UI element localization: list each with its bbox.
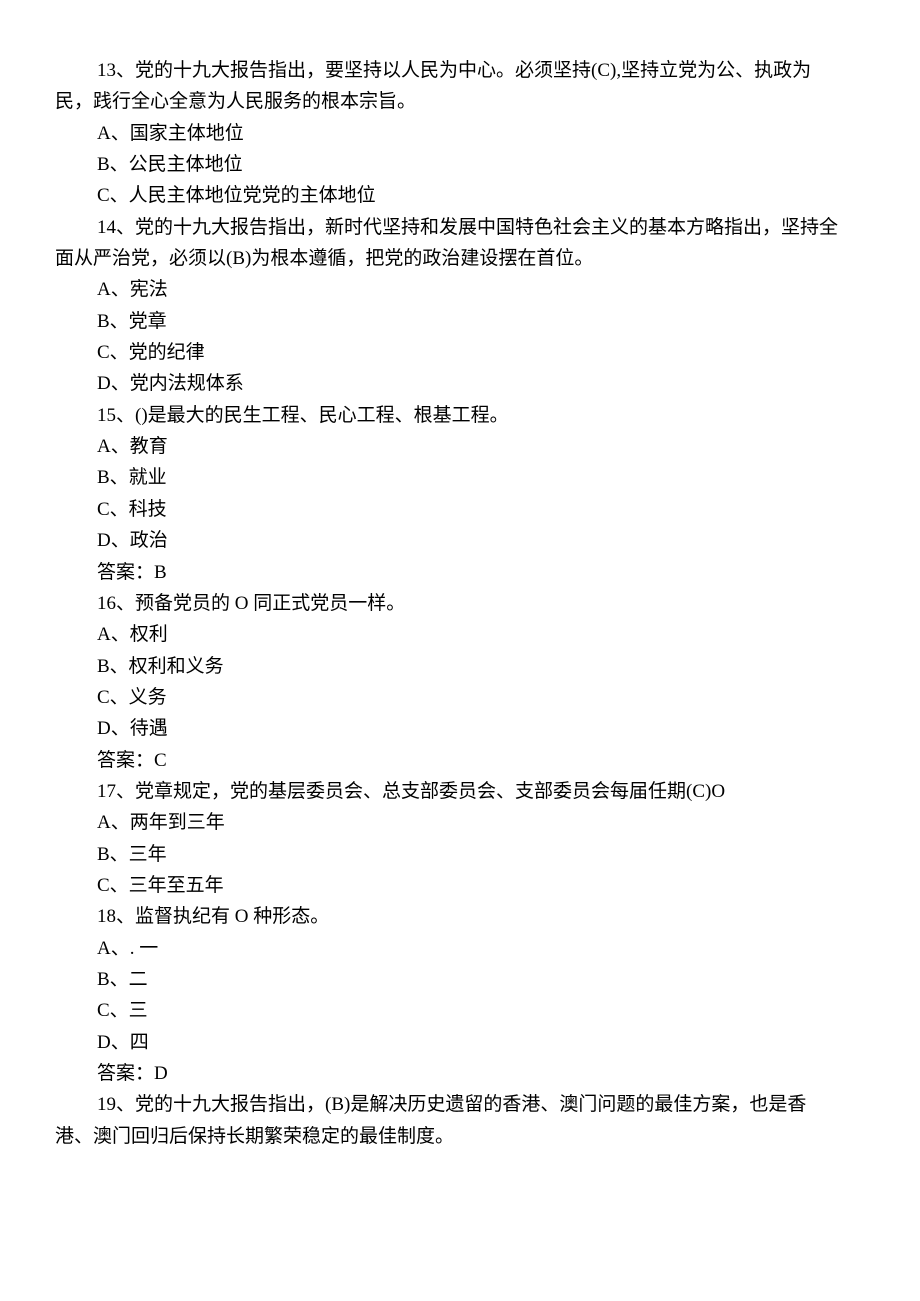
q15-option-d: D、政治 bbox=[55, 525, 865, 556]
q18-stem: 18、监督执纪有 O 种形态。 bbox=[55, 901, 865, 932]
q14-option-b: B、党章 bbox=[55, 306, 865, 337]
q18-option-c: C、三 bbox=[55, 995, 865, 1026]
q15-option-b: B、就业 bbox=[55, 462, 865, 493]
q15-stem: 15、()是最大的民生工程、民心工程、根基工程。 bbox=[55, 400, 865, 431]
q18-option-d: D、四 bbox=[55, 1027, 865, 1058]
q18-answer: 答案：D bbox=[55, 1058, 865, 1089]
q16-option-a: A、权利 bbox=[55, 619, 865, 650]
q17-stem: 17、党章规定，党的基层委员会、总支部委员会、支部委员会每届任期(C)O bbox=[55, 776, 865, 807]
q16-option-b: B、权利和义务 bbox=[55, 651, 865, 682]
q18-option-b: B、二 bbox=[55, 964, 865, 995]
q17-option-a: A、两年到三年 bbox=[55, 807, 865, 838]
q14-option-a: A、宪法 bbox=[55, 274, 865, 305]
q16-answer: 答案：C bbox=[55, 745, 865, 776]
q13-option-c: C、人民主体地位党党的主体地位 bbox=[55, 180, 865, 211]
q17-option-b: B、三年 bbox=[55, 839, 865, 870]
q19-stem-line2: 港、澳门回归后保持长期繁荣稳定的最佳制度。 bbox=[55, 1121, 865, 1152]
q16-option-d: D、待遇 bbox=[55, 713, 865, 744]
q19-stem-line1: 19、党的十九大报告指出，(B)是解决历史遗留的香港、澳门问题的最佳方案，也是香 bbox=[55, 1089, 865, 1120]
q14-option-c: C、党的纪律 bbox=[55, 337, 865, 368]
document-page: 13、党的十九大报告指出，要坚持以人民为中心。必须坚持(C),坚持立党为公、执政… bbox=[0, 0, 920, 1301]
q14-stem-line2: 面从严治党，必须以(B)为根本遵循，把党的政治建设摆在首位。 bbox=[55, 243, 865, 274]
q16-option-c: C、义务 bbox=[55, 682, 865, 713]
q13-stem-line1: 13、党的十九大报告指出，要坚持以人民为中心。必须坚持(C),坚持立党为公、执政… bbox=[55, 55, 865, 86]
q15-option-a: A、教育 bbox=[55, 431, 865, 462]
q14-stem-line1: 14、党的十九大报告指出，新时代坚持和发展中国特色社会主义的基本方略指出，坚持全 bbox=[55, 212, 865, 243]
q13-option-b: B、公民主体地位 bbox=[55, 149, 865, 180]
q14-option-d: D、党内法规体系 bbox=[55, 368, 865, 399]
q17-option-c: C、三年至五年 bbox=[55, 870, 865, 901]
q13-option-a: A、国家主体地位 bbox=[55, 118, 865, 149]
q16-stem: 16、预备党员的 O 同正式党员一样。 bbox=[55, 588, 865, 619]
q15-answer: 答案：B bbox=[55, 557, 865, 588]
q18-option-a: A、. 一 bbox=[55, 933, 865, 964]
q15-option-c: C、科技 bbox=[55, 494, 865, 525]
q13-stem-line2: 民，践行全心全意为人民服务的根本宗旨。 bbox=[55, 86, 865, 117]
